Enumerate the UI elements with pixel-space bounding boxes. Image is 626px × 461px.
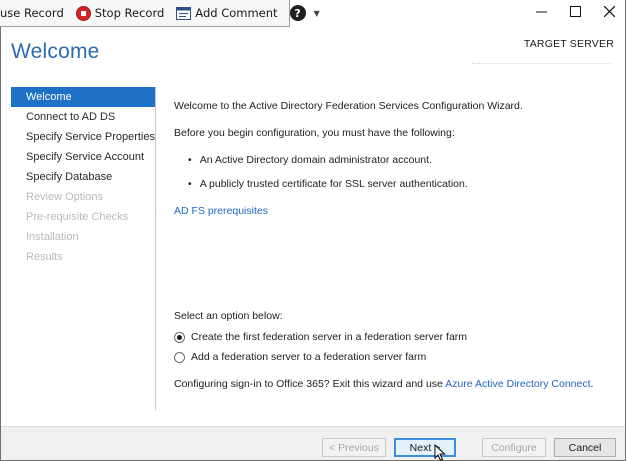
close-button[interactable] [592, 0, 626, 22]
nav-item-prereq-checks: Pre-requisite Checks [26, 211, 129, 223]
radio-add-server[interactable] [174, 351, 185, 363]
minimize-button[interactable] [524, 0, 558, 22]
stop-record-button[interactable]: Stop Record [70, 0, 171, 26]
previous-button: < Previous [322, 438, 386, 457]
azure-ad-connect-link[interactable]: Azure Active Directory Connect [445, 378, 590, 390]
mouse-cursor-icon [434, 444, 446, 461]
nav-item-installation: Installation [26, 231, 79, 243]
select-option-label: Select an option below: [174, 310, 283, 322]
minimize-icon [535, 11, 547, 12]
option-add-server-label: Add a federation server to a federation … [191, 351, 427, 363]
office365-prefix: Configuring sign-in to Office 365? Exit … [174, 378, 446, 390]
stop-record-icon [75, 5, 91, 21]
wizard-nav: Welcome Connect to AD DS Specify Service… [11, 87, 155, 267]
maximize-button[interactable] [558, 0, 592, 22]
stop-record-label: Stop Record [94, 6, 165, 20]
pause-record-button[interactable]: use Record [0, 0, 70, 26]
radio-create-first-server[interactable] [174, 331, 185, 343]
window-caption-buttons [524, 0, 626, 22]
option-create-first-server[interactable]: Create the first federation server in a … [174, 331, 467, 343]
intro-text: Welcome to the Active Directory Federati… [174, 100, 523, 112]
add-comment-label: Add Comment [195, 6, 278, 20]
page-title: Welcome [11, 40, 100, 63]
nav-divider [155, 87, 156, 410]
nav-item-service-account[interactable]: Specify Service Account [11, 147, 155, 167]
adfs-prerequisites-link[interactable]: AD FS prerequisites [174, 205, 268, 217]
configure-button: Configure [482, 438, 546, 457]
target-server-label: TARGET SERVER [523, 38, 614, 50]
cancel-button[interactable]: Cancel [554, 438, 616, 457]
chevron-down-icon: ▼ [313, 8, 320, 18]
option-add-server[interactable]: Add a federation server to a federation … [174, 351, 426, 363]
nav-item-connect-ad-ds[interactable]: Connect to AD DS [11, 107, 155, 127]
comment-icon [176, 6, 192, 20]
maximize-icon [569, 5, 581, 17]
pause-record-label: use Record [0, 6, 64, 20]
help-icon: ? [289, 5, 306, 21]
office365-suffix: . [590, 378, 594, 390]
office365-text: Configuring sign-in to Office 365? Exit … [174, 378, 593, 390]
wizard-button-bar: < Previous Next > Configure Cancel [1, 426, 625, 460]
target-server-value [472, 56, 612, 64]
close-icon [603, 5, 615, 17]
nav-item-service-properties[interactable]: Specify Service Properties [11, 127, 155, 147]
nav-item-database[interactable]: Specify Database [11, 167, 155, 187]
nav-item-welcome[interactable]: Welcome [11, 87, 155, 107]
help-button[interactable]: ? ▼ [284, 0, 326, 26]
add-comment-button[interactable]: Add Comment [170, 0, 283, 26]
requirement-admin-account: An Active Directory domain administrator… [188, 154, 432, 166]
requirement-ssl-certificate: A publicly trusted certificate for SSL s… [188, 178, 468, 190]
nav-item-results: Results [26, 251, 63, 263]
recording-toolbar: use Record Stop Record Add Comment ? ▼ [0, 0, 320, 27]
before-begin-text: Before you begin configuration, you must… [174, 127, 455, 139]
nav-item-review-options: Review Options [26, 191, 104, 203]
option-create-first-server-label: Create the first federation server in a … [191, 331, 468, 343]
